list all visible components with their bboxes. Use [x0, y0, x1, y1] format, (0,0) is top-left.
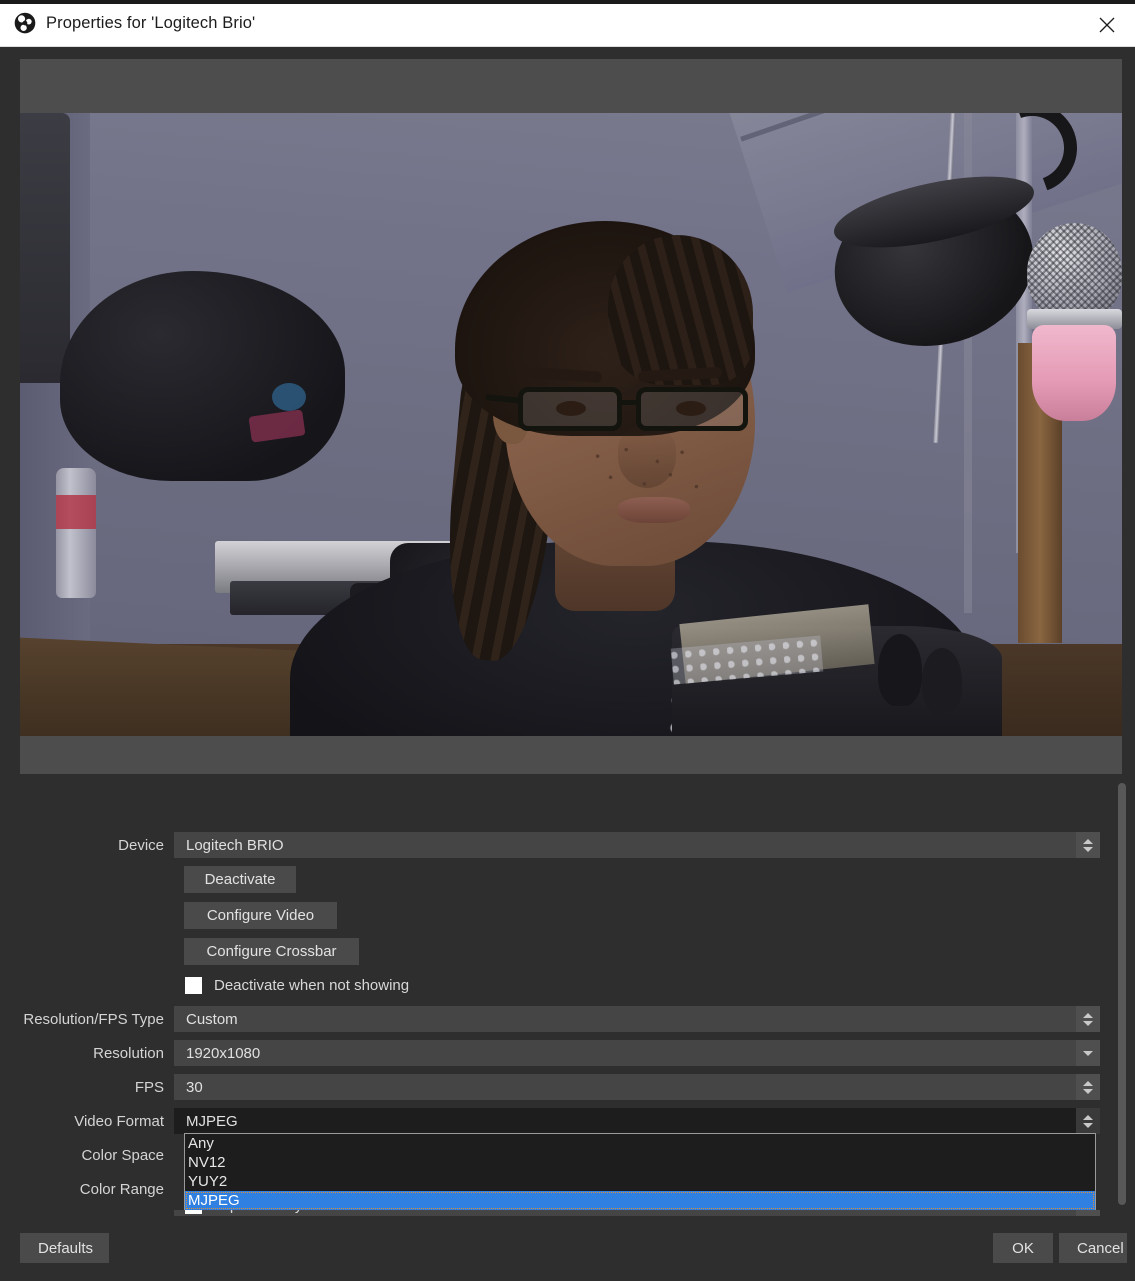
monitor-edge: [20, 113, 70, 383]
chevron-down-icon: [1083, 1088, 1093, 1094]
chevron-up-icon: [1083, 1114, 1093, 1120]
headphone-right: [922, 648, 962, 714]
window-title: Properties for 'Logitech Brio': [46, 13, 256, 32]
deactivate-when-not-showing-checkbox[interactable]: [185, 977, 202, 994]
video-format-option-nv12[interactable]: NV12: [185, 1153, 1095, 1172]
video-format-option-mjpeg[interactable]: MJPEG: [185, 1191, 1095, 1210]
resolution-value: 1920x1080: [186, 1044, 261, 1062]
deactivate-button[interactable]: Deactivate: [184, 866, 296, 893]
chevron-down-icon: [1083, 1020, 1093, 1026]
video-format-option-any[interactable]: Any: [185, 1134, 1095, 1153]
resolution-fps-type-row: Resolution/FPS Type Custom: [0, 1006, 1100, 1032]
deactivate-when-not-showing-checkbox-row[interactable]: Deactivate when not showing: [185, 977, 409, 994]
color-space-label: Color Space: [81, 1146, 164, 1164]
microphone-mesh: [1027, 223, 1122, 323]
video-format-spinner[interactable]: [1076, 1108, 1100, 1134]
title-bar: Properties for 'Logitech Brio': [0, 0, 1135, 47]
video-format-value: MJPEG: [186, 1112, 238, 1130]
video-format-option-yuy2[interactable]: YUY2: [185, 1172, 1095, 1191]
video-preview: [20, 59, 1122, 774]
resolution-row: Resolution 1920x1080: [0, 1040, 1100, 1066]
bottle-label: [56, 495, 96, 529]
configure-video-button[interactable]: Configure Video: [184, 902, 337, 929]
webcam-feed: [20, 113, 1122, 736]
chevron-down-icon: [1083, 846, 1093, 852]
water-bottle: [56, 468, 96, 598]
ok-button[interactable]: OK: [993, 1233, 1053, 1263]
microphone-body: [1032, 325, 1116, 421]
window-top-strip: [0, 0, 1135, 4]
chevron-up-icon: [1083, 838, 1093, 844]
close-icon: [1099, 17, 1115, 33]
resolution-fps-type-value: Custom: [186, 1010, 238, 1028]
nose: [618, 426, 676, 488]
fps-row: FPS 30: [0, 1074, 1100, 1100]
lips: [618, 497, 690, 523]
deactivate-when-not-showing-label: Deactivate when not showing: [214, 977, 410, 994]
device-label: Device: [118, 836, 164, 854]
dialog-body: Device Logitech BRIO Deactivate Configur…: [0, 47, 1135, 1281]
configure-crossbar-button[interactable]: Configure Crossbar: [184, 938, 359, 965]
obs-logo-icon: [14, 12, 36, 34]
cancel-button[interactable]: Cancel: [1059, 1233, 1127, 1263]
defaults-button[interactable]: Defaults: [20, 1233, 109, 1263]
chevron-up-icon: [1083, 1080, 1093, 1086]
backpack: [60, 271, 345, 481]
fps-value: 30: [186, 1078, 203, 1096]
resolution-fps-type-combobox[interactable]: Custom: [174, 1006, 1100, 1032]
device-spinner[interactable]: [1076, 832, 1100, 858]
dialog-footer: Defaults OK Cancel: [0, 1216, 1135, 1281]
glasses: [485, 387, 758, 433]
device-row: Device Logitech BRIO: [0, 832, 1100, 858]
resolution-fps-type-spinner[interactable]: [1076, 1006, 1100, 1032]
video-format-combobox[interactable]: MJPEG: [174, 1108, 1100, 1134]
backpack-patch: [272, 383, 306, 411]
fps-combobox[interactable]: 30: [174, 1074, 1100, 1100]
resolution-dropdown-arrow[interactable]: [1076, 1040, 1100, 1066]
chevron-up-icon: [1083, 1012, 1093, 1018]
fps-label: FPS: [134, 1078, 164, 1096]
device-combobox[interactable]: Logitech BRIO: [174, 832, 1100, 858]
close-button[interactable]: [1079, 4, 1135, 46]
headphone-left: [878, 634, 922, 706]
fps-spinner[interactable]: [1076, 1074, 1100, 1100]
form-scrollbar-thumb[interactable]: [1118, 783, 1126, 1205]
device-value: Logitech BRIO: [186, 836, 284, 854]
resolution-combobox[interactable]: 1920x1080: [174, 1040, 1100, 1066]
hair-locs-back: [608, 235, 753, 385]
resolution-label: Resolution: [93, 1044, 164, 1062]
video-format-row: Video Format MJPEG: [0, 1108, 1100, 1134]
color-range-label: Color Range: [79, 1180, 164, 1198]
chevron-down-icon: [1083, 1050, 1093, 1056]
glasses-bridge: [620, 400, 640, 405]
video-format-dropdown-popup[interactable]: Any NV12 YUY2 MJPEG: [184, 1133, 1096, 1210]
resolution-fps-type-label: Resolution/FPS Type: [23, 1010, 164, 1028]
video-format-label: Video Format: [74, 1112, 164, 1130]
eye-left: [556, 401, 586, 416]
chevron-down-icon: [1083, 1122, 1093, 1128]
eye-right: [676, 401, 706, 416]
